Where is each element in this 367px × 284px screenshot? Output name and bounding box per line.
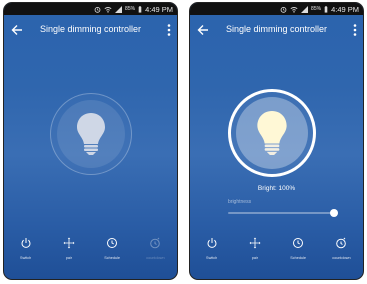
nav-label: countdown (146, 256, 165, 260)
power-icon (21, 238, 31, 248)
phone-screen-off: 85% 4:49 PM Single dimming controller Sw… (3, 2, 178, 280)
lightbulb-icon (77, 113, 105, 155)
move-icon (63, 237, 75, 249)
wifi-icon (290, 6, 298, 13)
timer-icon (150, 237, 161, 249)
nav-label: Schedule (290, 256, 307, 260)
page-title: Single dimming controller (225, 24, 328, 34)
nav-label: countdown (332, 256, 351, 260)
battery-percent: 85% (311, 6, 322, 12)
more-options-icon[interactable] (166, 23, 172, 37)
app-header: Single dimming controller (4, 17, 177, 47)
nav-pair[interactable]: pair (47, 237, 90, 271)
clock-time: 4:49 PM (145, 4, 173, 14)
status-bar: 85% 4:49 PM (190, 3, 363, 15)
nav-label: pair (65, 256, 73, 260)
clock-time: 4:49 PM (331, 4, 359, 14)
clock-icon (293, 238, 304, 248)
nav-label: Switch (206, 256, 218, 260)
bulb-background (57, 100, 125, 168)
brightness-slider[interactable] (228, 212, 338, 214)
nav-switch[interactable]: Switch (190, 237, 233, 271)
bulb-toggle[interactable] (50, 93, 132, 175)
more-options-icon[interactable] (352, 23, 358, 37)
bottom-nav: Switch pair Schedule countdown (4, 237, 177, 271)
nav-label: Switch (20, 256, 32, 260)
wifi-icon (104, 6, 112, 13)
bulb-toggle[interactable] (228, 89, 316, 177)
nav-schedule[interactable]: Schedule (91, 237, 134, 271)
phone-screen-on: 85% 4:49 PM Single dimming controller Br… (189, 2, 364, 280)
slider-label: brightness (228, 199, 252, 205)
page-title: Single dimming controller (39, 24, 142, 34)
app-header: Single dimming controller (190, 17, 363, 47)
nav-switch[interactable]: Switch (4, 237, 47, 271)
signal-icon (301, 5, 309, 13)
nav-countdown[interactable]: countdown (320, 237, 363, 271)
alarm-icon (94, 6, 101, 13)
clock-icon (107, 238, 118, 248)
bottom-nav: Switch pair Schedule countdown (190, 237, 363, 271)
nav-label: pair (251, 256, 259, 260)
brightness-readout: Bright: 100% (257, 185, 296, 192)
power-icon (207, 238, 217, 248)
nav-schedule[interactable]: Schedule (277, 237, 320, 271)
slider-handle[interactable] (330, 209, 338, 217)
battery-percent: 85% (125, 6, 136, 12)
nav-countdown[interactable]: countdown (134, 237, 177, 271)
battery-icon (138, 5, 142, 13)
lightbulb-icon (257, 111, 287, 155)
nav-label: Schedule (104, 256, 121, 260)
timer-icon (336, 237, 347, 249)
signal-icon (115, 5, 123, 13)
nav-pair[interactable]: pair (233, 237, 276, 271)
move-icon (249, 237, 261, 249)
bulb-background (236, 97, 308, 169)
battery-icon (324, 5, 328, 13)
alarm-icon (280, 6, 287, 13)
status-bar: 85% 4:49 PM (4, 3, 177, 15)
